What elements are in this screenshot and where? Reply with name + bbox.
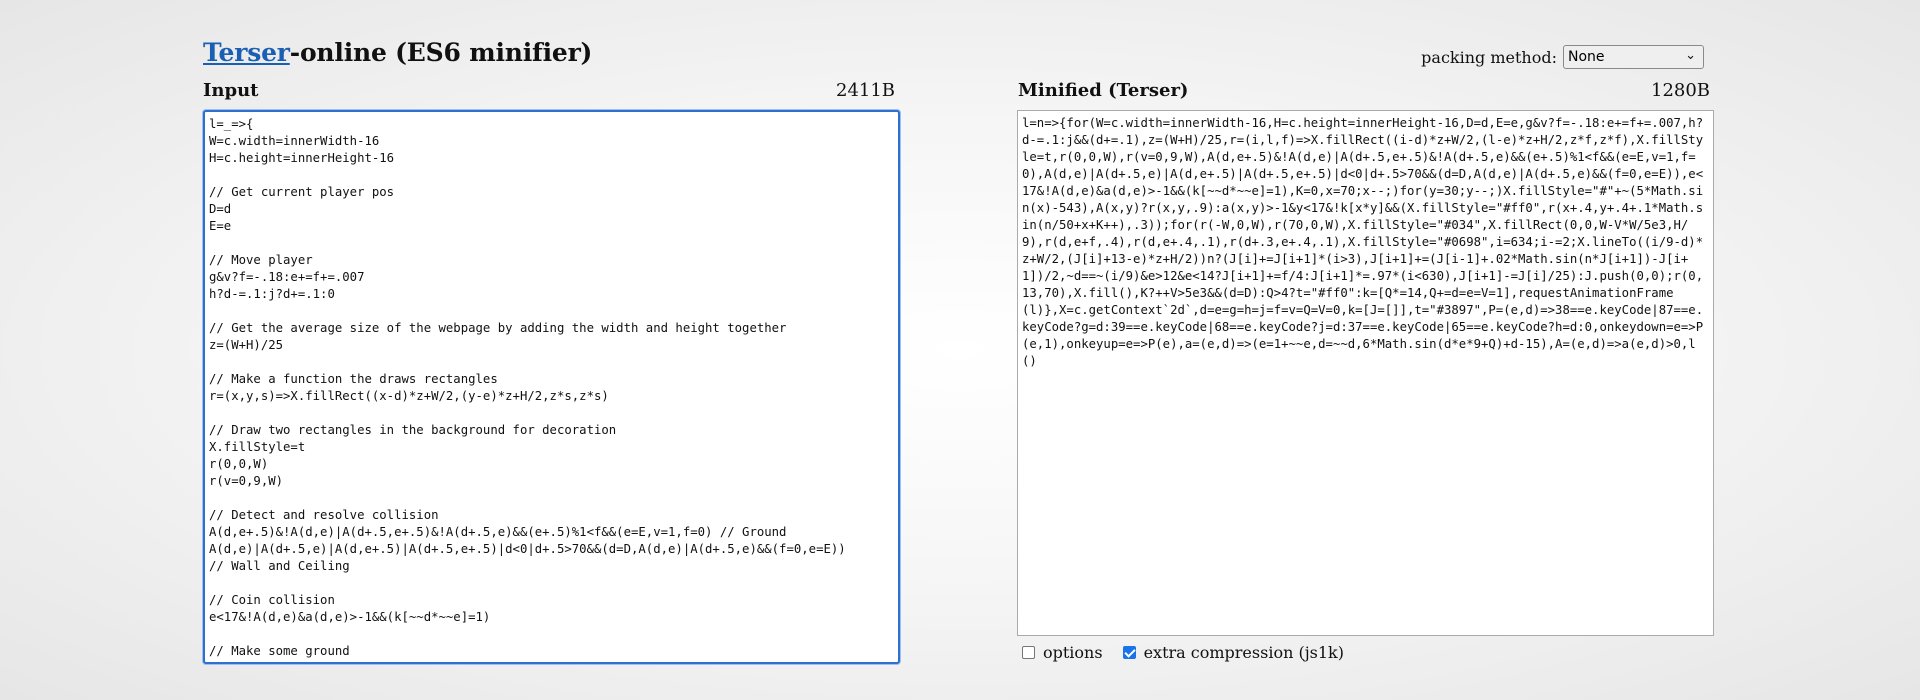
packing-method-select-wrap: None ⌄ [1563,45,1704,69]
page-title: Terser-online (ES6 minifier) [203,38,592,67]
packing-method-label: packing method: [1421,47,1557,67]
input-code-textarea[interactable]: l=_=>{ W=c.width=innerWidth-16 H=c.heigh… [203,110,900,664]
options-checkbox[interactable] [1022,646,1035,659]
title-suffix: -online (ES6 minifier) [289,38,593,67]
options-row: options extra compression (js1k) [1022,643,1344,662]
packing-method-select[interactable]: None [1563,45,1704,69]
output-label: Minified (Terser) [1018,80,1189,101]
packing-method: packing method: None ⌄ [1421,45,1704,69]
output-code-textarea[interactable]: l=n=>{for(W=c.width=innerWidth-16,H=c.he… [1017,110,1714,636]
input-label: Input [203,80,259,101]
input-size: 2411B [836,80,896,101]
terser-link[interactable]: Terser [203,38,290,67]
extra-compression-checkbox[interactable] [1122,646,1136,659]
options-label: options [1043,643,1103,662]
extra-compression-label: extra compression (js1k) [1143,643,1344,662]
output-size: 1280B [1651,80,1711,101]
